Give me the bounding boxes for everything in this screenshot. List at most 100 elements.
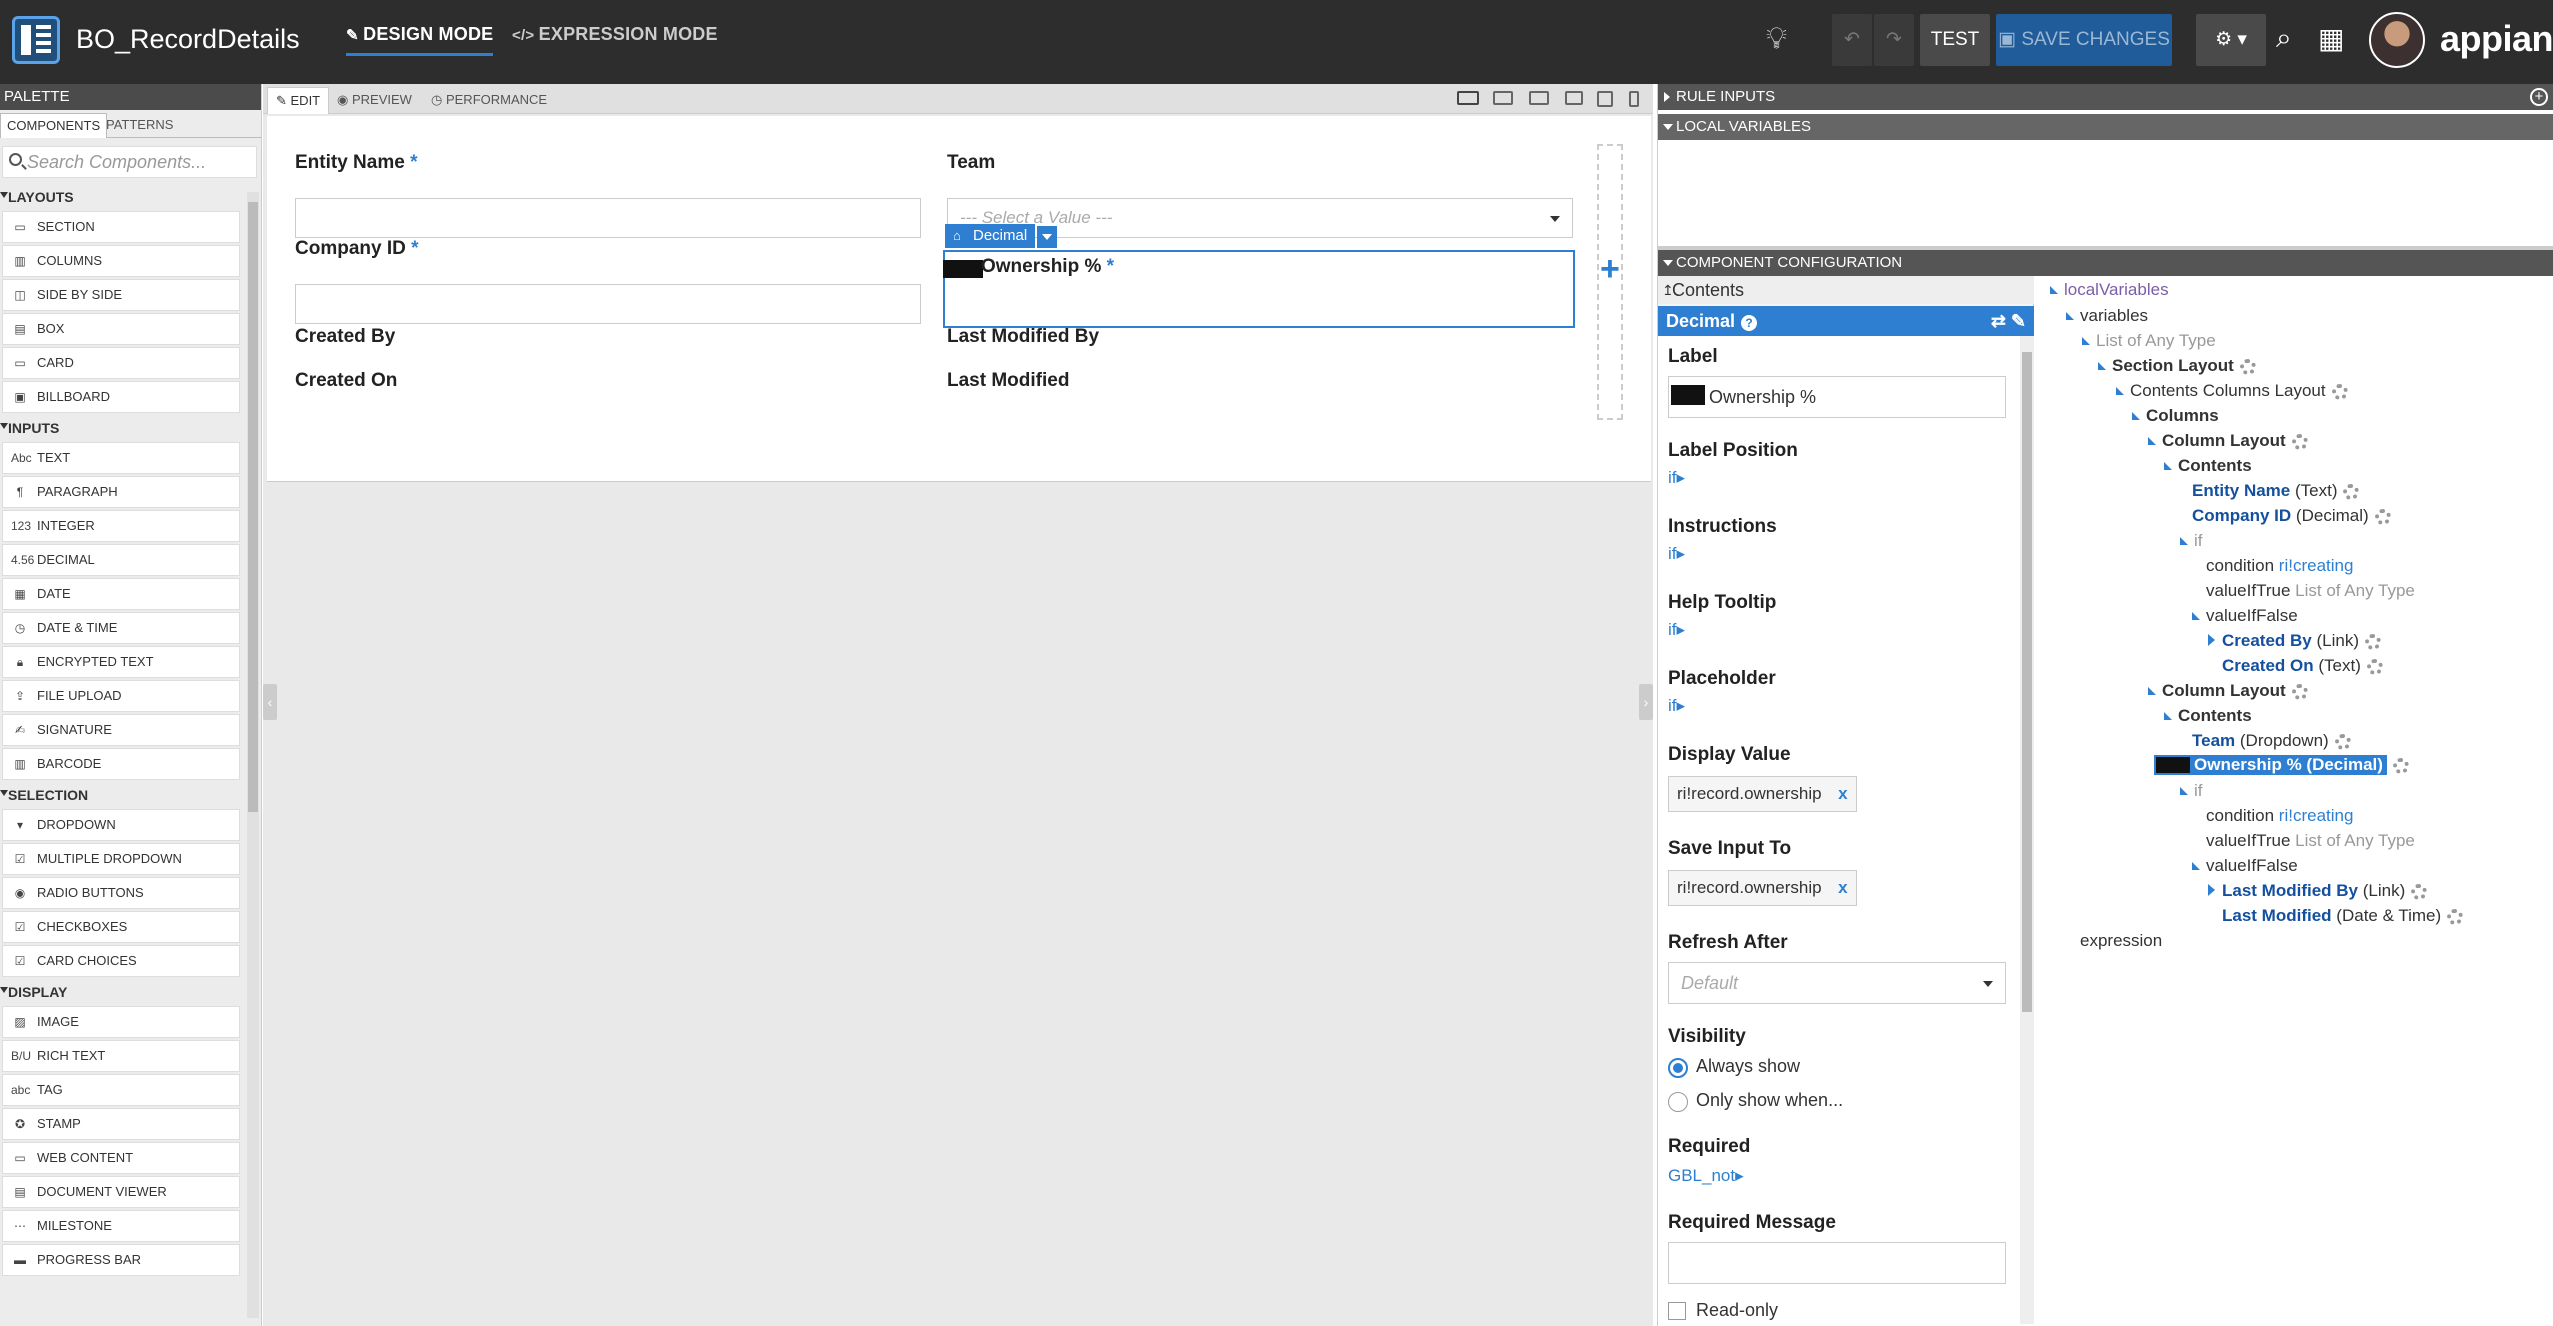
tree-node-value-if-false-2[interactable]: valueIfFalse	[2192, 856, 2298, 876]
palette-item-tag[interactable]: abc TAG	[2, 1074, 240, 1106]
tree-node-column-layout-2[interactable]: Column Layout	[2148, 681, 2308, 701]
always-show-label[interactable]: Always show	[1696, 1056, 1800, 1077]
tree-node-created-by[interactable]: Created By (Link)	[2208, 631, 2382, 651]
gear-icon[interactable]	[2291, 433, 2308, 450]
fit-width-icon[interactable]	[1457, 91, 1479, 105]
palette-category-inputs[interactable]: INPUTS	[0, 415, 240, 441]
palette-item-side-by-side[interactable]: ◫ SIDE BY SIDE	[2, 279, 240, 311]
palette-item-document-viewer[interactable]: ▤ DOCUMENT VIEWER	[2, 1176, 240, 1208]
tree-node-columns-layout[interactable]: Contents Columns Layout	[2116, 381, 2348, 401]
gear-icon[interactable]	[2392, 757, 2409, 774]
palette-item-columns[interactable]: ▥ COLUMNS	[2, 245, 240, 277]
palette-scrollbar-thumb[interactable]	[248, 202, 258, 812]
palette-category-display[interactable]: DISPLAY	[0, 979, 240, 1005]
tree-node-contents-1[interactable]: Contents	[2164, 456, 2252, 476]
redo-button[interactable]: ↷	[1874, 14, 1914, 66]
tree-node-section-layout[interactable]: Section Layout	[2098, 356, 2256, 376]
add-column-button[interactable]: +	[1600, 250, 1620, 289]
palette-item-progress-bar[interactable]: ▬ PROGRESS BAR	[2, 1244, 240, 1276]
read-only-checkbox[interactable]	[1668, 1302, 1686, 1320]
laptop-icon[interactable]	[1565, 91, 1583, 105]
tab-performance[interactable]: ◷ PERFORMANCE	[423, 87, 555, 114]
local-variables-header[interactable]: LOCAL VARIABLES	[1658, 114, 2553, 140]
avatar[interactable]	[2369, 12, 2425, 68]
tree-node-condition-2[interactable]: condition ri!creating	[2206, 806, 2353, 826]
placeholder-if-link[interactable]: if▸	[1668, 696, 1685, 716]
tree-node-entity-name[interactable]: Entity Name (Text)	[2192, 481, 2360, 501]
palette-item-image[interactable]: ▨ IMAGE	[2, 1006, 240, 1038]
palette-category-selection[interactable]: SELECTION	[0, 782, 240, 808]
rule-inputs-header[interactable]: RULE INPUTS +	[1658, 84, 2553, 110]
app-grid-icon[interactable]: ▦	[2318, 22, 2344, 55]
palette-item-barcode[interactable]: ▥ BARCODE	[2, 748, 240, 780]
palette-item-milestone[interactable]: ⋯ MILESTONE	[2, 1210, 240, 1242]
expression-mode-tab[interactable]: </> EXPRESSION MODE	[512, 24, 718, 45]
gear-icon[interactable]	[2365, 633, 2382, 650]
tree-node-value-if-true-1[interactable]: valueIfTrue List of Any Type	[2206, 581, 2415, 601]
instructions-if-link[interactable]: if▸	[1668, 544, 1685, 564]
gear-icon[interactable]	[2411, 883, 2428, 900]
palette-item-date[interactable]: ▦ DATE	[2, 578, 240, 610]
tab-preview[interactable]: ◉ PREVIEW	[329, 87, 420, 114]
palette-item-rich-text[interactable]: B/U RICH TEXT	[2, 1040, 240, 1072]
read-only-label[interactable]: Read-only	[1696, 1300, 1778, 1321]
tree-node-value-if-true-2[interactable]: valueIfTrue List of Any Type	[2206, 831, 2415, 851]
palette-item-billboard[interactable]: ▣ BILLBOARD	[2, 381, 240, 413]
palette-item-radio-buttons[interactable]: ◉ RADIO BUTTONS	[2, 877, 240, 909]
palette-item-date-time[interactable]: ◷ DATE & TIME	[2, 612, 240, 644]
tab-patterns[interactable]: PATTERNS	[100, 113, 179, 138]
palette-item-stamp[interactable]: ✪ STAMP	[2, 1108, 240, 1140]
palette-item-paragraph[interactable]: ¶ PARAGRAPH	[2, 476, 240, 508]
palette-category-layouts[interactable]: LAYOUTS	[0, 184, 240, 210]
palette-item-encrypted-text[interactable]: 🔒︎ ENCRYPTED TEXT	[2, 646, 240, 678]
tree-node-if-1[interactable]: if	[2180, 531, 2203, 551]
phone-icon[interactable]	[1629, 91, 1639, 107]
search-components-input[interactable]: Search Components...	[2, 146, 257, 178]
tree-node-last-modified-by[interactable]: Last Modified By (Link)	[2208, 881, 2428, 901]
selected-component-tag[interactable]: ⌂ Decimal	[945, 224, 1036, 248]
palette-item-decimal[interactable]: 4.56 DECIMAL	[2, 544, 240, 576]
tablet-icon[interactable]	[1597, 91, 1613, 107]
save-changes-button[interactable]: ▣ SAVE CHANGES	[1996, 14, 2172, 66]
search-objects-icon[interactable]: ⌕	[2276, 22, 2292, 55]
breadcrumb[interactable]: ↥ Contents	[1658, 276, 2034, 304]
tree-node-team[interactable]: Team (Dropdown)	[2192, 731, 2351, 751]
palette-item-section[interactable]: ▭ SECTION	[2, 211, 240, 243]
tree-node-company-id[interactable]: Company ID (Decimal)	[2192, 506, 2391, 526]
selected-component-menu[interactable]	[1037, 226, 1057, 248]
tree-node-value-if-false-1[interactable]: valueIfFalse	[2192, 606, 2298, 626]
tree-node-variables[interactable]: variables	[2066, 306, 2148, 326]
tree-node-condition-1[interactable]: condition ri!creating	[2206, 556, 2353, 576]
tree-node-localvariables[interactable]: localVariables	[2050, 280, 2169, 300]
tree-node-last-modified[interactable]: Last Modified (Date & Time)	[2222, 906, 2464, 926]
required-message-input[interactable]	[1668, 1242, 2006, 1284]
company-id-field[interactable]	[295, 284, 921, 324]
gear-icon[interactable]	[2291, 683, 2308, 700]
gear-icon[interactable]	[2447, 908, 2464, 925]
gear-icon[interactable]	[2343, 483, 2360, 500]
label-input[interactable]: Ownership %	[1668, 376, 2006, 418]
tree-node-created-on[interactable]: Created On (Text)	[2222, 656, 2383, 676]
palette-item-multiple-dropdown[interactable]: ☑ MULTIPLE DROPDOWN	[2, 843, 240, 875]
desktop-icon[interactable]	[1529, 91, 1549, 105]
palette-item-box[interactable]: ▤ BOX	[2, 313, 240, 345]
tree-node-contents-2[interactable]: Contents	[2164, 706, 2252, 726]
tree-node-ownership-selected[interactable]: Ownership % (Decimal)	[2154, 755, 2409, 775]
refresh-after-dropdown[interactable]: Default	[1668, 962, 2006, 1004]
wide-desktop-icon[interactable]	[1493, 91, 1513, 105]
tree-node-columns[interactable]: Columns	[2132, 406, 2219, 426]
entity-name-field[interactable]	[295, 198, 921, 238]
add-rule-input-icon[interactable]: +	[2530, 88, 2548, 106]
only-show-when-label[interactable]: Only show when...	[1696, 1090, 1843, 1111]
always-show-radio[interactable]	[1668, 1058, 1688, 1078]
tab-edit[interactable]: ✎ EDIT	[267, 87, 330, 114]
only-show-when-radio[interactable]	[1668, 1092, 1688, 1112]
palette-item-card-choices[interactable]: ☑ CARD CHOICES	[2, 945, 240, 977]
gear-icon[interactable]	[2334, 733, 2351, 750]
tree-node-column-layout-1[interactable]: Column Layout	[2148, 431, 2308, 451]
gear-icon[interactable]	[2374, 508, 2391, 525]
swap-icon[interactable]: ⇄	[1991, 306, 2006, 336]
tab-components[interactable]: COMPONENTS	[0, 113, 108, 138]
remove-icon[interactable]: x	[1838, 871, 1847, 905]
undo-button[interactable]: ↶	[1832, 14, 1872, 66]
